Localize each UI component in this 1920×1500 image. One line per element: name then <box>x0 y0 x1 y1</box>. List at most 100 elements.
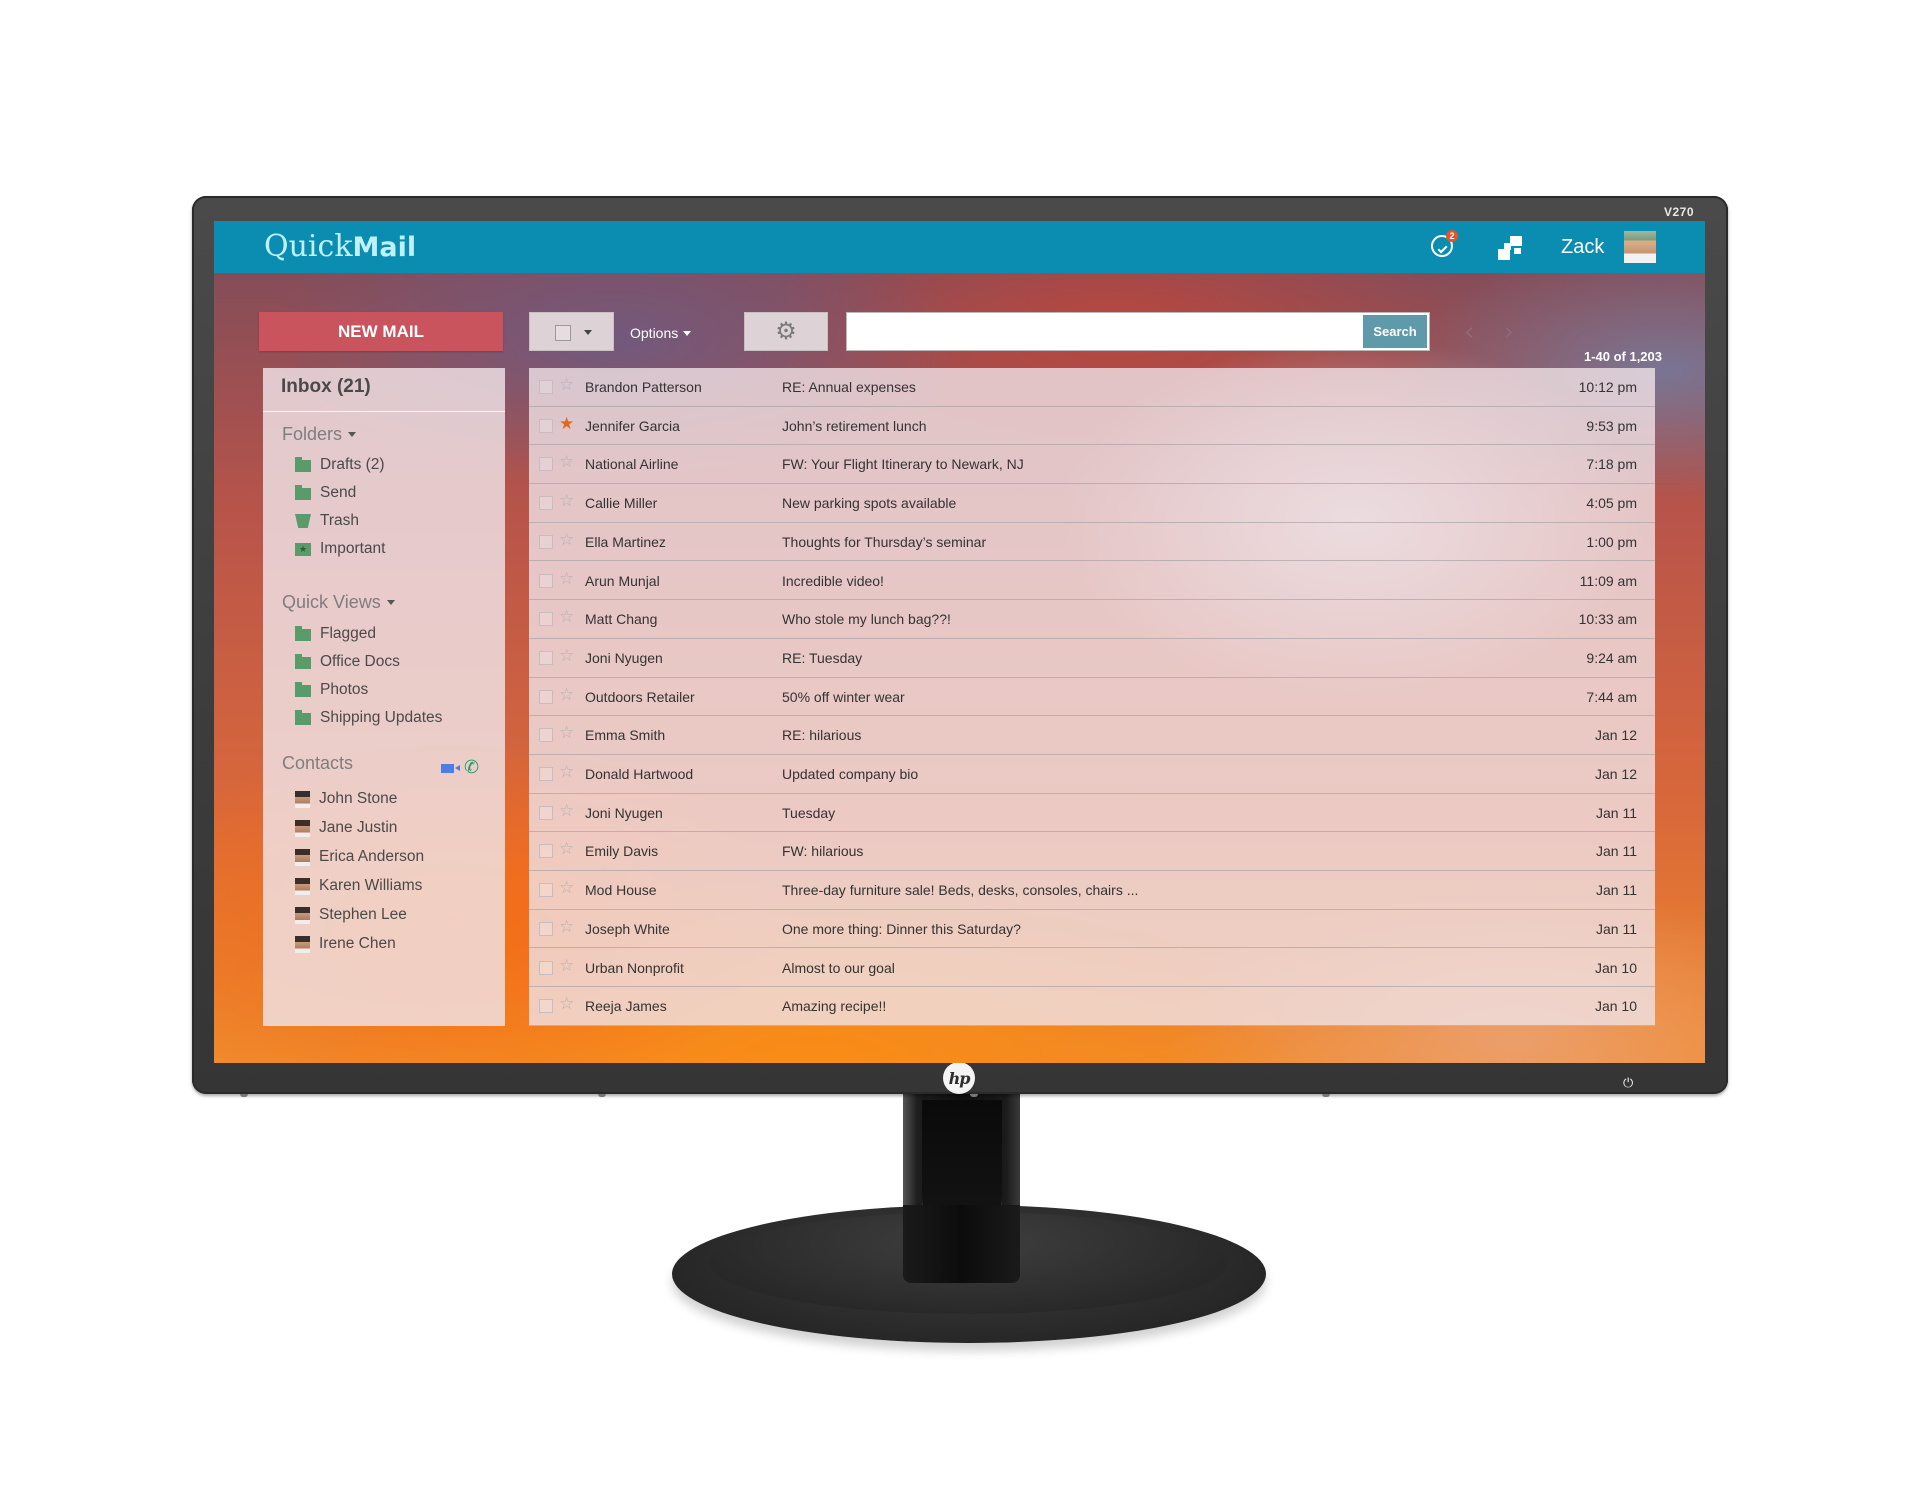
star-icon[interactable]: ☆ <box>559 646 574 666</box>
previous-page-icon[interactable]: ‹ <box>1464 317 1474 347</box>
email-sender: National Airline <box>585 456 679 473</box>
search-input[interactable] <box>851 315 1355 350</box>
app-logo[interactable]: QuickMail <box>264 229 416 264</box>
star-icon[interactable]: ☆ <box>559 801 574 821</box>
contact-item[interactable]: John Stone <box>295 790 397 808</box>
sidebar-item-drafts[interactable]: Drafts (2) <box>295 456 385 474</box>
row-checkbox[interactable] <box>539 457 553 472</box>
row-checkbox[interactable] <box>539 767 553 781</box>
sidebar-item-inbox[interactable]: Inbox (21) <box>281 376 371 398</box>
monitor-foot <box>598 1094 606 1097</box>
quick-views-header[interactable]: Quick Views <box>282 592 395 613</box>
row-checkbox[interactable] <box>539 380 553 394</box>
contact-avatar <box>295 935 310 953</box>
user-avatar[interactable] <box>1624 231 1656 263</box>
select-all-dropdown[interactable] <box>529 312 614 351</box>
sidebar-item-label: Trash <box>320 512 360 529</box>
row-checkbox[interactable] <box>539 418 553 433</box>
sidebar-item-office-docs[interactable]: Office Docs <box>295 653 400 671</box>
user-name[interactable]: Zack <box>1561 236 1604 259</box>
star-filled-icon[interactable]: ★ <box>559 414 574 434</box>
email-row[interactable]: ☆ Joseph White One more thing: Dinner this… <box>529 910 1655 949</box>
email-row[interactable]: ☆ Joni Nyugen RE: Tuesday 9:24 am <box>529 639 1655 678</box>
email-row[interactable]: ☆ Donald Hartwood Updated company bio Jan 1… <box>529 755 1655 794</box>
phone-call-icon[interactable]: ✆ <box>464 757 479 778</box>
select-all-checkbox[interactable] <box>555 325 571 341</box>
row-checkbox[interactable] <box>539 883 553 898</box>
sidebar-item-trash[interactable]: Trash <box>295 512 359 530</box>
email-subject: Tuesday <box>782 804 836 821</box>
email-row[interactable]: ☆ Mod House Three-day furniture sale! Beds… <box>529 871 1655 910</box>
folder-icon <box>295 654 311 669</box>
next-page-icon[interactable]: › <box>1504 317 1514 347</box>
contact-item[interactable]: Karen Williams <box>295 877 422 895</box>
contact-item[interactable]: Jane Justin <box>295 819 397 837</box>
monitor-model-label: V270 <box>1663 205 1694 219</box>
settings-button[interactable]: ⚙ <box>744 312 828 351</box>
row-checkbox[interactable] <box>539 999 553 1014</box>
apps-grid-icon[interactable] <box>1498 236 1522 260</box>
star-icon[interactable]: ☆ <box>559 917 574 937</box>
row-checkbox[interactable] <box>539 805 553 820</box>
email-row[interactable]: ☆ Matt Chang Who stole my lunch bag??! 10:3… <box>529 600 1655 639</box>
contact-avatar <box>295 819 310 837</box>
row-checkbox[interactable] <box>539 573 553 588</box>
row-checkbox[interactable] <box>539 728 553 743</box>
options-dropdown[interactable]: Options <box>620 321 701 345</box>
star-icon[interactable]: ☆ <box>559 762 574 782</box>
sidebar-item-shipping-updates[interactable]: Shipping Updates <box>295 709 442 727</box>
email-row[interactable]: ☆ Callie Miller New parking spots availabl… <box>529 484 1655 523</box>
sidebar-item-flagged[interactable]: Flagged <box>295 625 376 643</box>
sidebar-item-photos[interactable]: Photos <box>295 681 368 699</box>
email-row[interactable]: ☆ Reeja James Amazing recipe!! Jan 10 <box>529 987 1655 1026</box>
row-checkbox[interactable] <box>539 612 553 627</box>
sidebar-item-label: Office Docs <box>320 653 400 670</box>
email-row[interactable]: ★ Jennifer Garcia John’s retirement lunch 9… <box>529 407 1655 446</box>
email-subject: Amazing recipe!! <box>782 998 887 1015</box>
row-checkbox[interactable] <box>539 921 553 936</box>
star-icon[interactable]: ☆ <box>559 452 574 472</box>
sidebar-item-send[interactable]: Send <box>295 484 356 502</box>
star-icon[interactable]: ☆ <box>559 530 574 550</box>
app-header: QuickMail 2 Zack <box>214 221 1705 273</box>
contact-item[interactable]: Erica Anderson <box>295 848 424 866</box>
row-checkbox[interactable] <box>539 534 553 549</box>
contact-item[interactable]: Irene Chen <box>295 935 396 953</box>
search-button[interactable]: Search <box>1363 315 1427 348</box>
video-call-icon[interactable] <box>441 764 460 773</box>
email-row[interactable]: ☆ Outdoors Retailer 50% off winter wear 7:4… <box>529 678 1655 717</box>
sidebar: Inbox (21) Folders Drafts (2) Send Trash… <box>263 368 505 1026</box>
power-icon[interactable]: ⏻ <box>1623 1075 1633 1091</box>
email-subject: Who stole my lunch bag??! <box>782 611 951 628</box>
star-icon[interactable]: ☆ <box>559 839 574 859</box>
row-checkbox[interactable] <box>539 844 553 859</box>
star-icon[interactable]: ☆ <box>559 878 574 898</box>
email-row[interactable]: ☆ Urban Nonprofit Almost to our goal Jan 10 <box>529 949 1655 988</box>
star-icon[interactable]: ☆ <box>559 375 574 395</box>
star-icon[interactable]: ☆ <box>559 491 574 511</box>
email-row[interactable]: ☆ Ella Martinez Thoughts for Thursday’s se… <box>529 523 1655 562</box>
row-checkbox[interactable] <box>539 496 553 511</box>
email-row[interactable]: ☆ Emma Smith RE: hilarious Jan 12 <box>529 716 1655 755</box>
row-checkbox[interactable] <box>539 689 553 704</box>
folders-header[interactable]: Folders <box>282 424 357 445</box>
row-checkbox[interactable] <box>539 650 553 665</box>
star-icon[interactable]: ☆ <box>559 956 574 976</box>
pagination-count: 1-40 of 1,203 <box>1583 349 1662 364</box>
row-checkbox[interactable] <box>539 960 553 975</box>
email-sender: Brandon Patterson <box>585 379 702 395</box>
contact-item[interactable]: Stephen Lee <box>295 906 407 924</box>
email-row[interactable]: ☆ Joni Nyugen Tuesday Jan 11 <box>529 794 1655 833</box>
email-row[interactable]: ☆ Brandon Patterson RE: Annual expenses 10:… <box>529 368 1655 407</box>
sidebar-item-important[interactable]: ★ Important <box>295 540 385 558</box>
star-icon[interactable]: ☆ <box>559 723 574 743</box>
email-time: Jan 10 <box>1594 959 1637 976</box>
star-icon[interactable]: ☆ <box>559 685 574 705</box>
star-icon[interactable]: ☆ <box>559 994 574 1014</box>
email-row[interactable]: ☆ Emily Davis FW: hilarious Jan 11 <box>529 832 1655 872</box>
star-icon[interactable]: ☆ <box>559 607 574 627</box>
new-mail-button[interactable]: NEW MAIL <box>259 312 503 351</box>
star-icon[interactable]: ☆ <box>559 569 574 589</box>
email-row[interactable]: ☆ National Airline FW: Your Flight Itinera… <box>529 445 1655 485</box>
email-row[interactable]: ☆ Arun Munjal Incredible video! 11:09 am <box>529 562 1655 601</box>
